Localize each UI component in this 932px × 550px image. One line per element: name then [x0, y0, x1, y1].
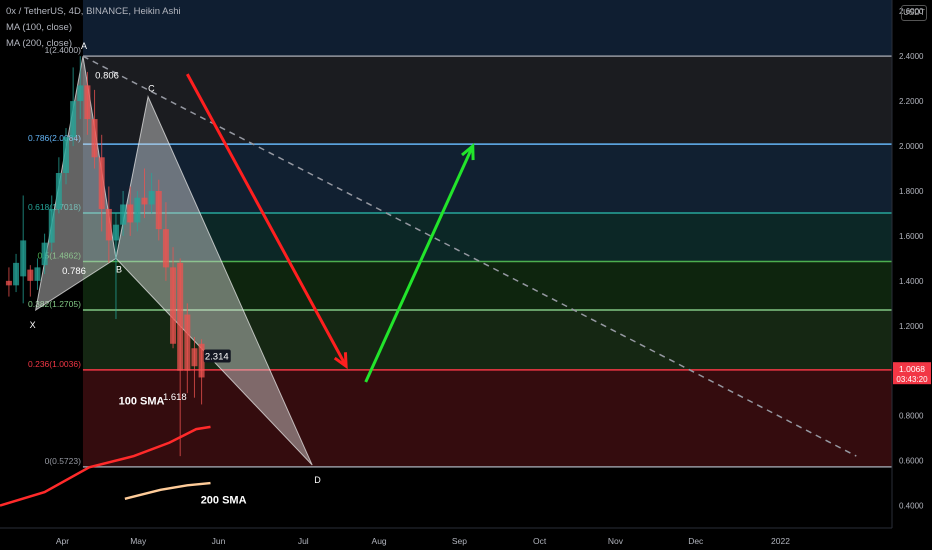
- candle-body: [84, 85, 91, 120]
- price-tick-label: 2.0000: [899, 142, 924, 151]
- sma100-label: 100 SMA: [119, 395, 165, 407]
- price-axis-bg: [892, 0, 932, 550]
- candle-body: [41, 242, 48, 266]
- fib-band: [82, 144, 893, 214]
- currency-badge[interactable]: USDT: [901, 5, 927, 21]
- price-tick-label: 1.6000: [899, 232, 924, 241]
- candle-body: [48, 208, 55, 243]
- pattern-point-x: X: [30, 320, 36, 330]
- fib-band-top: [82, 0, 893, 57]
- candle-body: [105, 208, 112, 241]
- time-tick-label: Oct: [533, 536, 547, 546]
- candle-body: [198, 343, 205, 378]
- price-tick-label: 0.6000: [899, 457, 924, 466]
- candle-body: [63, 137, 70, 174]
- pattern-point-c: C: [148, 84, 155, 94]
- ma200-legend: MA (200, close): [6, 38, 72, 49]
- ratio-label: 0.786: [62, 266, 86, 277]
- sma200-label: 200 SMA: [201, 494, 247, 506]
- candle-body: [155, 190, 162, 230]
- time-tick-label: 2022: [771, 536, 790, 546]
- time-tick-label: Jun: [212, 536, 226, 546]
- candle-body: [77, 85, 84, 102]
- candle-body: [98, 157, 105, 209]
- ma100-legend: MA (100, close): [6, 22, 72, 33]
- candle-body: [27, 269, 34, 281]
- candle-body: [55, 173, 62, 209]
- fib-band: [82, 369, 893, 467]
- pattern-point-a: A: [81, 41, 87, 51]
- candle-body: [34, 267, 41, 281]
- time-tick-label: Dec: [688, 536, 704, 546]
- current-price-countdown: 03:43:20: [896, 375, 928, 384]
- candle-body: [148, 190, 155, 205]
- candle-body: [70, 101, 77, 138]
- price-tick-label: 1.2000: [899, 322, 924, 331]
- price-tick-label: 2.2000: [899, 97, 924, 106]
- price-tick-label: 0.8000: [899, 412, 924, 421]
- candle-body: [120, 204, 127, 225]
- fib-level-label: 0(0.5723): [45, 456, 82, 466]
- candle-body: [20, 240, 27, 277]
- sma200-line: [124, 481, 211, 501]
- pattern-point-d: D: [314, 475, 321, 485]
- candle-body: [127, 204, 134, 223]
- candle-body: [162, 229, 169, 268]
- pattern-point-b: B: [116, 264, 122, 274]
- time-tick-label: Nov: [608, 536, 624, 546]
- candle-body: [91, 119, 98, 158]
- price-tick-label: 1.4000: [899, 277, 924, 286]
- fib-band: [82, 56, 893, 145]
- candle-body: [170, 267, 177, 344]
- time-tick-label: Apr: [56, 536, 69, 546]
- ratio-label: 0.806: [95, 71, 119, 82]
- candle-body: [134, 197, 141, 223]
- time-tick-label: May: [130, 536, 147, 546]
- price-tick-label: 1.8000: [899, 187, 924, 196]
- time-tick-label: Sep: [452, 536, 467, 546]
- ratio-label: 1.618: [163, 392, 187, 403]
- candle-body: [5, 280, 12, 286]
- candle-body: [177, 262, 184, 371]
- candle-body: [112, 224, 119, 241]
- price-tick-label: 2.4000: [899, 52, 924, 61]
- fib-level-label: 0.236(1.0036): [28, 359, 81, 369]
- symbol-title: 0x / TetherUS, 4D, BINANCE, Heikin Ashi: [6, 6, 181, 17]
- ratio-label: 2.314: [205, 351, 229, 362]
- candle-body: [184, 314, 191, 371]
- time-tick-label: Jul: [298, 536, 309, 546]
- chart-stage[interactable]: 0.786(2.0084)0.618(1.7018)0.5(1.4862)0.3…: [0, 0, 932, 550]
- time-tick-label: Aug: [372, 536, 387, 546]
- current-price-value: 1.0068: [899, 364, 925, 374]
- price-chart[interactable]: 0.786(2.0084)0.618(1.7018)0.5(1.4862)0.3…: [0, 0, 932, 550]
- candle-body: [13, 262, 20, 286]
- candle-body: [141, 197, 148, 205]
- price-tick-label: 0.4000: [899, 502, 924, 511]
- candle-body: [191, 348, 198, 367]
